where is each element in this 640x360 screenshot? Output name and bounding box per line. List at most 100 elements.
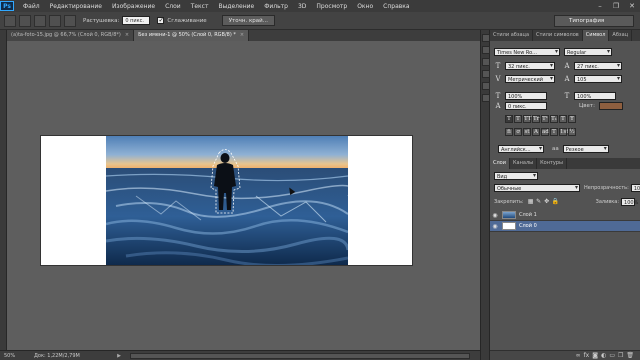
subtract-selection-icon[interactable] <box>49 14 61 27</box>
fx-icon[interactable]: fx <box>584 351 590 360</box>
actions-icon[interactable] <box>482 46 490 54</box>
restore-icon[interactable]: ❐ <box>608 0 624 12</box>
font-size-select[interactable]: 32 пикс. <box>505 61 555 70</box>
menu-help[interactable]: Справка <box>378 3 414 10</box>
faux-bold-button[interactable]: T <box>505 114 513 123</box>
tab-paragraph[interactable]: Абзац <box>609 30 633 41</box>
language-select[interactable]: Английск... <box>498 144 544 153</box>
opacity-input[interactable]: 100% <box>630 183 640 192</box>
tab-character[interactable]: Символ <box>582 30 610 41</box>
adjustment-icon[interactable]: ◐ <box>601 351 606 360</box>
baseline-shift-input[interactable]: 0 пикс. <box>505 101 547 110</box>
font-style-select[interactable]: Regular <box>564 47 612 56</box>
leading-icon: A <box>564 61 570 70</box>
paragraph-icon[interactable] <box>482 70 490 78</box>
layer-row[interactable]: ◉ Слой 0 <box>490 221 640 232</box>
antialias-method-select[interactable]: Резкое <box>562 144 609 153</box>
strikethrough-button[interactable]: Ŧ <box>568 114 576 123</box>
mask-icon[interactable]: ◙ <box>592 351 598 360</box>
menu-edit[interactable]: Редактирование <box>45 3 107 10</box>
layer-row[interactable]: ◉ Слой 1 <box>490 210 640 221</box>
subscript-button[interactable]: T₁ <box>550 114 558 123</box>
minimize-icon[interactable]: – <box>592 0 608 12</box>
font-row: Times New Ro... Regular <box>494 47 612 56</box>
lock-transparency-icon[interactable]: ▦ <box>528 198 534 205</box>
lasso-tool-icon[interactable] <box>4 14 16 27</box>
new-selection-icon[interactable] <box>19 14 31 27</box>
stylistic-alternates-button[interactable]: ad <box>541 127 549 136</box>
panel-dock <box>480 30 490 360</box>
horizontal-scrollbar[interactable] <box>130 353 470 359</box>
lock-all-icon[interactable]: 🔒 <box>552 198 559 205</box>
kerning-select[interactable]: Метрический <box>505 74 555 83</box>
add-selection-icon[interactable] <box>34 14 46 27</box>
ligatures-button[interactable]: fi <box>505 127 513 136</box>
tab-document-2[interactable]: Без имени-1 @ 50% (Слой 0, RGB/8) * × <box>134 30 250 41</box>
tab-paragraph-styles[interactable]: Стили абзаца <box>490 30 534 41</box>
close-icon[interactable]: ✕ <box>624 0 640 12</box>
menu-image[interactable]: Изображение <box>107 3 160 10</box>
font-family-select[interactable]: Times New Ro... <box>494 47 560 56</box>
history-icon[interactable] <box>482 34 490 42</box>
swash-button[interactable]: A <box>532 127 540 136</box>
menu-filter[interactable]: Фильтр <box>259 3 293 10</box>
menu-3d[interactable]: 3D <box>293 3 311 10</box>
titling-alternates-button[interactable]: T <box>550 127 558 136</box>
menu-file[interactable]: Файл <box>18 3 45 10</box>
workspace-switcher[interactable]: Типография <box>554 15 634 27</box>
menu-type[interactable]: Текст <box>186 3 214 10</box>
antialias-checkbox[interactable] <box>157 16 165 24</box>
menu-layers[interactable]: Слои <box>160 3 186 10</box>
refine-edge-button[interactable]: Уточн. край... <box>221 15 275 26</box>
discretionary-ligatures-button[interactable]: st <box>523 127 531 136</box>
menu-select[interactable]: Выделение <box>213 3 259 10</box>
trash-icon[interactable]: 🗑 <box>626 351 634 360</box>
alternate-ligatures-button[interactable]: ơ <box>514 127 522 136</box>
underline-button[interactable]: T <box>559 114 567 123</box>
tab-layers[interactable]: Слои <box>490 158 510 169</box>
tools-panel[interactable] <box>0 30 7 350</box>
adjustments-icon[interactable] <box>482 94 490 102</box>
horizontal-scale-input[interactable]: 100% <box>574 91 616 100</box>
fractions-button[interactable]: ½ <box>568 127 576 136</box>
antialias-icon: aa <box>552 145 559 152</box>
close-icon[interactable]: × <box>240 32 244 38</box>
swatches-icon[interactable] <box>482 82 490 90</box>
feather-input[interactable]: 0 пикс. <box>122 16 151 25</box>
leading-select[interactable]: 27 пикс. <box>574 61 622 70</box>
menu-window[interactable]: Окно <box>352 3 378 10</box>
options-bar: Растушевка: 0 пикс. Сглаживание Уточн. к… <box>0 12 640 30</box>
superscript-button[interactable]: T¹ <box>541 114 549 123</box>
faux-italic-button[interactable]: T <box>514 114 522 123</box>
character-icon[interactable] <box>482 58 490 66</box>
zoom-level[interactable]: 50% <box>0 353 34 359</box>
intersect-selection-icon[interactable] <box>64 14 76 27</box>
folder-icon[interactable]: ▭ <box>609 351 615 360</box>
new-layer-icon[interactable]: ❐ <box>618 351 623 360</box>
tracking-select[interactable]: 105 <box>574 74 622 83</box>
tab-title: (a)ta-foto-15.jpg @ 66,7% (Слой 0, RGB/8… <box>11 32 121 38</box>
blend-mode-select[interactable]: Обычные <box>494 183 580 192</box>
tab-paths[interactable]: Контуры <box>537 158 567 169</box>
tab-channels[interactable]: Каналы <box>510 158 538 169</box>
text-color-swatch[interactable] <box>598 101 623 110</box>
tab-document-1[interactable]: (a)ta-foto-15.jpg @ 66,7% (Слой 0, RGB/8… <box>7 30 135 41</box>
vertical-scale-icon: T <box>495 91 501 100</box>
vertical-scale-input[interactable]: 100% <box>505 91 547 100</box>
all-caps-button[interactable]: TT <box>523 114 531 123</box>
arrow-right-icon[interactable]: ▶ <box>114 353 124 359</box>
lock-position-icon[interactable]: ✥ <box>544 198 550 205</box>
eye-icon[interactable]: ◉ <box>490 223 500 230</box>
lock-pixels-icon[interactable]: ✎ <box>536 198 542 205</box>
close-icon[interactable]: × <box>125 32 129 38</box>
small-caps-button[interactable]: Tr <box>532 114 540 123</box>
layer-filter-select[interactable]: Вид <box>494 171 538 180</box>
canvas-area[interactable] <box>7 41 480 350</box>
document-canvas[interactable] <box>41 136 412 265</box>
fill-input[interactable]: 100% <box>621 197 638 206</box>
link-icon[interactable]: ∞ <box>576 351 581 360</box>
menu-view[interactable]: Просмотр <box>311 3 352 10</box>
ordinals-button[interactable]: 1st <box>559 127 569 136</box>
tab-character-styles[interactable]: Стили символов <box>533 30 583 41</box>
eye-icon[interactable]: ◉ <box>490 212 500 219</box>
